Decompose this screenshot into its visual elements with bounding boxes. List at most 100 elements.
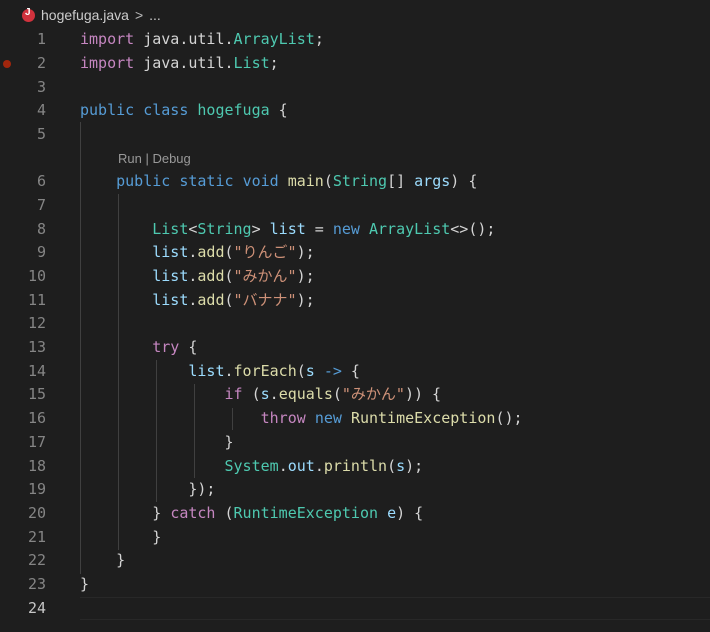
codelens-run-debug[interactable]: Run | Debug [118, 150, 191, 168]
code-line[interactable]: 1 import java.util.ArrayList; [0, 28, 710, 51]
code-token: RuntimeException [233, 504, 379, 522]
code-token: ArrayList [233, 30, 315, 48]
line-number: 7 [36, 196, 46, 214]
code-token: equals [278, 385, 333, 403]
code-token: class [143, 101, 189, 119]
code-line[interactable]: 2 import java.util.List; [0, 52, 710, 75]
code-line[interactable]: 6 public static void main(String[] args)… [0, 170, 710, 193]
code-token: ); [296, 243, 315, 261]
code-line[interactable]: 14 list.forEach(s -> { [0, 360, 710, 383]
code-text: list.add("りんご"); [80, 241, 315, 264]
code-token: list [152, 267, 189, 285]
code-line[interactable]: 7 [0, 194, 710, 217]
code-token: ( [323, 172, 333, 190]
line-number: 24 [27, 599, 46, 617]
code-line[interactable]: 18 System.out.println(s); [0, 455, 710, 478]
code-text: try { [80, 336, 197, 359]
code-token: ( [332, 385, 342, 403]
code-token: . [278, 457, 288, 475]
code-token: e [387, 504, 397, 522]
breadcrumb-more[interactable]: ... [149, 7, 161, 23]
code-token: } [80, 433, 234, 451]
line-number: 5 [36, 125, 46, 143]
code-token: ( [224, 291, 234, 309]
code-line[interactable]: 24 [0, 597, 710, 620]
code-token: { [179, 338, 198, 356]
code-line[interactable]: 19 }); [0, 478, 710, 501]
code-text: public static void main(String[] args) { [80, 170, 477, 193]
line-number: 11 [27, 291, 46, 309]
line-number: 14 [27, 362, 46, 380]
code-text: list.add("みかん"); [80, 265, 314, 288]
code-token: list [152, 243, 189, 261]
code-text: public class hogefuga { [80, 99, 288, 122]
code-line[interactable]: 10 list.add("みかん"); [0, 265, 710, 288]
code-token: args [414, 172, 451, 190]
code-editor[interactable]: hogefuga.java > ... Run | Debug 1 import … [0, 0, 710, 632]
code-text: if (s.equals("みかん")) { [80, 383, 442, 406]
code-line[interactable]: 15 if (s.equals("みかん")) { [0, 383, 710, 406]
code-token: java.util. [143, 30, 234, 48]
code-line[interactable]: 3 [0, 76, 710, 99]
code-line[interactable]: 20 } catch (RuntimeException e) { [0, 502, 710, 525]
breadcrumb-file[interactable]: hogefuga.java [41, 7, 129, 23]
code-token: "バナナ" [233, 291, 297, 309]
line-number: 19 [27, 480, 46, 498]
code-token: list [188, 362, 225, 380]
code-text: List<String> list = new ArrayList<>(); [80, 218, 495, 241]
code-line[interactable]: 13 try { [0, 336, 710, 359]
code-line[interactable]: 22 } [0, 549, 710, 572]
code-token: ( [215, 504, 234, 522]
code-line[interactable]: 4 public class hogefuga { [0, 99, 710, 122]
code-token: } [80, 551, 126, 569]
code-line[interactable]: 16 throw new RuntimeException(); [0, 407, 710, 430]
code-token: println [323, 457, 388, 475]
code-token: ( [224, 267, 234, 285]
code-line[interactable]: 12 [0, 312, 710, 335]
code-line[interactable]: 5 [0, 123, 710, 146]
code-token: import [80, 54, 135, 72]
code-token: forEach [233, 362, 297, 380]
code-token: -> [323, 362, 342, 380]
code-token: ); [296, 291, 315, 309]
code-token: throw [260, 409, 306, 427]
code-token: . [269, 385, 279, 403]
code-text: } [80, 526, 161, 549]
code-line[interactable]: 17 } [0, 431, 710, 454]
code-token: . [224, 362, 234, 380]
breadcrumb: hogefuga.java > ... [0, 0, 710, 30]
code-token: String [332, 172, 388, 190]
code-line[interactable]: 21 } [0, 526, 710, 549]
code-line[interactable]: 9 list.add("りんご"); [0, 241, 710, 264]
line-number: 12 [27, 314, 46, 332]
code-token: { [269, 101, 288, 119]
code-line[interactable]: 11 list.add("バナナ"); [0, 289, 710, 312]
line-number: 2 [36, 54, 46, 72]
line-number: 10 [27, 267, 46, 285]
code-token: "みかん" [341, 385, 405, 403]
code-text: list.forEach(s -> { [80, 360, 360, 383]
code-token: main [287, 172, 324, 190]
code-token: s [396, 457, 406, 475]
code-token: } [80, 504, 171, 522]
code-token: { [341, 362, 360, 380]
code-token: . [314, 457, 324, 475]
code-token: } [80, 575, 90, 593]
code-token: add [197, 243, 225, 261]
code-line[interactable]: 8 List<String> list = new ArrayList<>(); [0, 218, 710, 241]
code-token: public [116, 172, 171, 190]
line-number: 15 [27, 385, 46, 403]
code-text: } [80, 431, 234, 454]
code-line[interactable]: 23} [0, 573, 710, 596]
